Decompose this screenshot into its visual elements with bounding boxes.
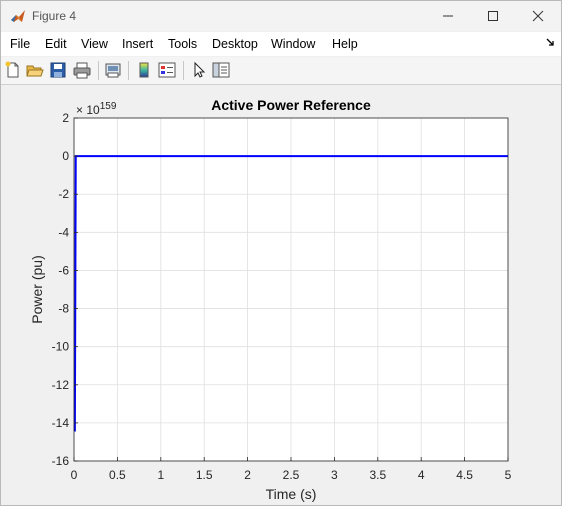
line-chart[interactable]: 0 0.5 1 1.5 2 2.5 3 3.5 4 4.5 5 2 0 -2 -4 -6 -8 -10 -12 -1… <box>1 85 561 505</box>
menu-insert[interactable]: Insert <box>122 37 153 51</box>
menu-tools[interactable]: Tools <box>168 37 197 51</box>
open-file-icon[interactable] <box>26 61 44 79</box>
x-axis-label: Time (s) <box>266 486 317 502</box>
maximize-button[interactable] <box>470 1 516 31</box>
x-tick-label: 5 <box>505 468 512 482</box>
legend-icon[interactable] <box>158 61 176 79</box>
menu-edit[interactable]: Edit <box>45 37 67 51</box>
figure-window: Figure 4 File Edit View Insert Tools Des… <box>0 0 562 506</box>
y-tick-label: 0 <box>62 149 69 163</box>
toolbar-separator <box>183 61 184 80</box>
matlab-icon <box>11 10 25 22</box>
toolbar <box>1 57 561 85</box>
y-tick-label: -14 <box>52 416 70 430</box>
pointer-icon[interactable] <box>190 61 208 79</box>
dock-arrow-icon[interactable] <box>546 38 555 47</box>
x-tick-label: 4 <box>418 468 425 482</box>
x-tick-label: 3 <box>331 468 338 482</box>
window-title: Figure 4 <box>32 9 77 23</box>
y-axis-label: Power (pu) <box>29 255 45 323</box>
new-figure-icon[interactable] <box>4 61 22 79</box>
y-tick-label: -12 <box>52 378 70 392</box>
menu-view[interactable]: View <box>81 37 108 51</box>
y-tick-label: -10 <box>52 340 70 354</box>
title-bar: Figure 4 <box>1 1 561 31</box>
close-button[interactable] <box>515 1 561 31</box>
y-exponent-label: × 10159 <box>76 101 117 117</box>
x-tick-label: 3.5 <box>369 468 386 482</box>
minimize-icon <box>443 15 453 17</box>
x-tick-label: 0.5 <box>109 468 126 482</box>
save-icon[interactable] <box>49 61 67 79</box>
menu-desktop[interactable]: Desktop <box>212 37 258 51</box>
print-preview-icon[interactable] <box>104 61 122 79</box>
maximize-icon <box>488 11 498 21</box>
x-tick-label: 1 <box>157 468 164 482</box>
x-tick-label: 2 <box>244 468 251 482</box>
menu-file[interactable]: File <box>10 37 30 51</box>
y-tick-label: -2 <box>58 187 69 201</box>
print-icon[interactable] <box>73 61 91 79</box>
y-tick-label: 2 <box>62 111 69 125</box>
y-tick-label: -6 <box>58 263 69 277</box>
colorbar-icon[interactable] <box>135 61 153 79</box>
minimize-button[interactable] <box>425 1 471 31</box>
menu-bar: File Edit View Insert Tools Desktop Wind… <box>1 32 561 56</box>
menu-help[interactable]: Help <box>332 37 358 51</box>
menu-window[interactable]: Window <box>271 37 315 51</box>
close-icon <box>532 10 544 22</box>
y-tick-label: -16 <box>52 454 70 468</box>
y-tick-label: -8 <box>58 302 69 316</box>
x-tick-label: 4.5 <box>456 468 473 482</box>
y-tick-label: -4 <box>58 225 69 239</box>
figure-area: 0 0.5 1 1.5 2 2.5 3 3.5 4 4.5 5 2 0 -2 -4 -6 -8 -10 -12 -1… <box>1 85 561 505</box>
x-tick-label: 0 <box>71 468 78 482</box>
toolbar-separator <box>128 61 129 80</box>
x-tick-label: 2.5 <box>283 468 300 482</box>
property-editor-icon[interactable] <box>212 61 230 79</box>
toolbar-separator <box>98 61 99 80</box>
x-tick-label: 1.5 <box>196 468 213 482</box>
chart-title: Active Power Reference <box>211 97 371 113</box>
